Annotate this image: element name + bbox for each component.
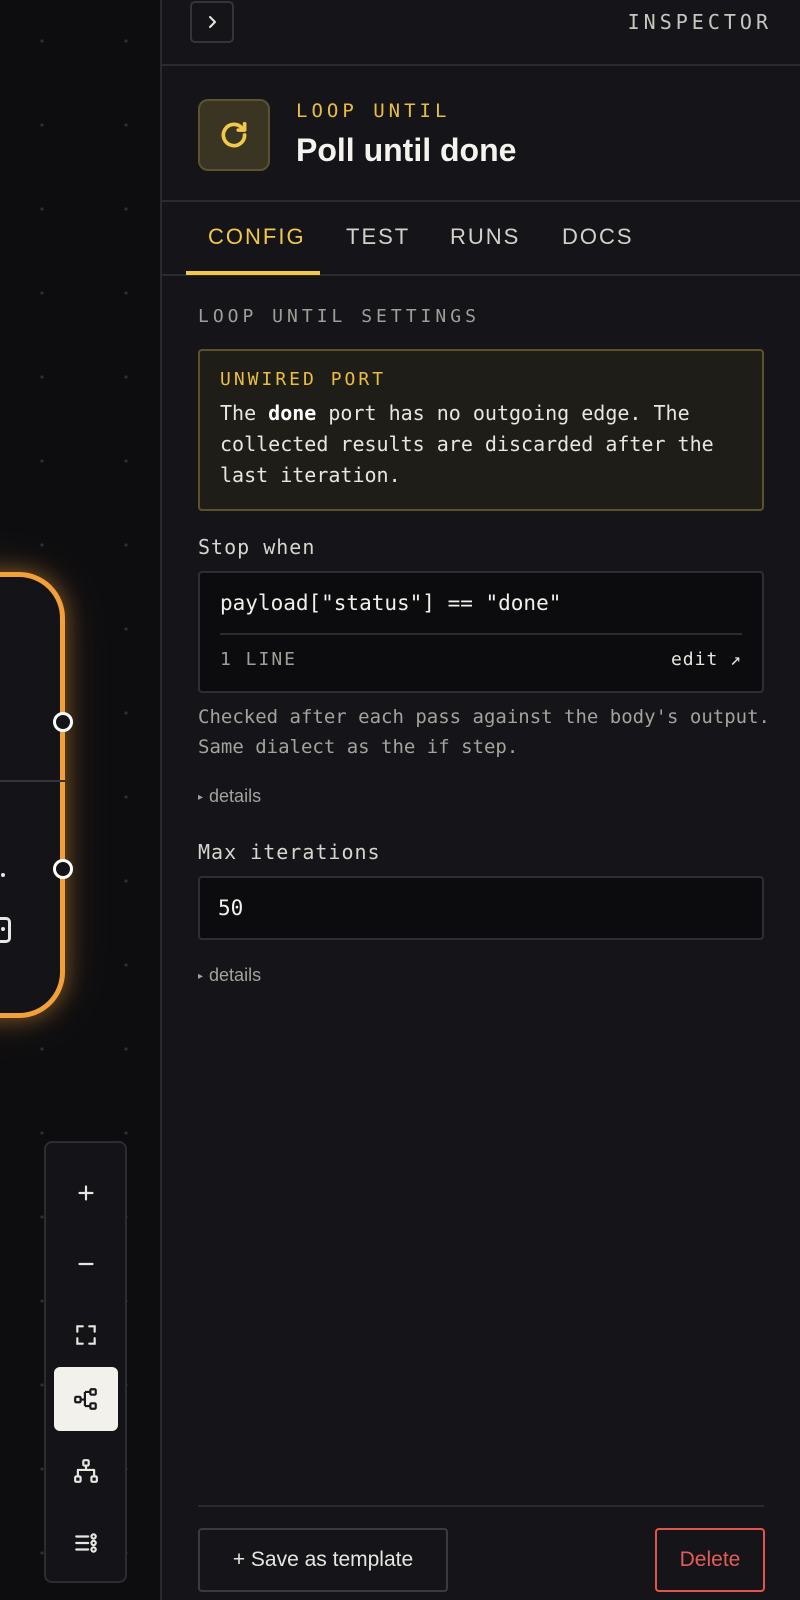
section-title: LOOP UNTIL SETTINGS xyxy=(198,306,480,327)
active-tab-indicator xyxy=(186,271,320,275)
details-label: details xyxy=(209,965,262,985)
list-layout-button[interactable] xyxy=(54,1511,118,1575)
refresh-icon xyxy=(221,121,247,148)
chevron-right-icon xyxy=(209,16,216,28)
max-iterations-label: Max iterations xyxy=(198,840,381,864)
caret-right-icon: ▸ xyxy=(198,971,204,982)
fit-view-button[interactable] xyxy=(54,1303,118,1367)
inspector-panel: INSPECTOR LOOP UNTIL Poll until done CON… xyxy=(160,0,800,1600)
flow-horizontal-icon xyxy=(74,1388,97,1410)
tab-config[interactable]: CONFIG xyxy=(208,202,306,276)
max-iterations-details-toggle[interactable]: ▸ details xyxy=(198,965,261,986)
delete-node-button[interactable]: Delete xyxy=(655,1528,765,1592)
minus-icon xyxy=(78,1262,94,1266)
footer-divider xyxy=(198,1505,764,1507)
save-as-template-button[interactable]: + Save as template xyxy=(198,1528,448,1592)
plus-icon xyxy=(78,1185,94,1201)
loop-node[interactable] xyxy=(0,572,65,1018)
collapse-inspector-button[interactable] xyxy=(190,1,234,43)
stop-when-editor[interactable]: payload["status"] == "done" 1 LINE edit … xyxy=(198,571,764,693)
warning-title: UNWIRED PORT xyxy=(220,369,387,390)
edit-expression-link[interactable]: edit ↗ xyxy=(671,649,742,670)
max-iterations-input[interactable]: 50 xyxy=(198,876,764,940)
horizontal-layout-button[interactable] xyxy=(54,1367,118,1431)
inspector-top-bar: INSPECTOR xyxy=(162,0,800,66)
inspector-tabs: CONFIG TEST RUNS DOCS xyxy=(162,202,800,276)
node-title[interactable]: Poll until done xyxy=(296,132,516,169)
zoom-out-button[interactable] xyxy=(54,1232,118,1296)
tab-runs[interactable]: RUNS xyxy=(450,202,520,276)
tab-docs[interactable]: DOCS xyxy=(562,202,634,276)
details-label: details xyxy=(209,786,262,806)
line-count: 1 LINE xyxy=(220,649,298,670)
inspector-title: INSPECTOR xyxy=(627,10,772,34)
node-header: LOOP UNTIL Poll until done xyxy=(162,66,800,202)
warning-message: The done port has no outgoing edge. The … xyxy=(220,401,714,487)
unwired-port-warning: UNWIRED PORT The done port has no outgoi… xyxy=(198,349,764,511)
stop-when-details-toggle[interactable]: ▸ details xyxy=(198,786,261,807)
canvas-controls xyxy=(44,1141,127,1583)
tree-icon xyxy=(74,1459,98,1483)
stop-when-label: Stop when xyxy=(198,535,316,559)
node-divider xyxy=(0,780,65,782)
port-name: done xyxy=(268,401,317,425)
caret-right-icon: ▸ xyxy=(198,792,204,803)
stop-when-help: Checked after each pass against the body… xyxy=(198,706,770,758)
stop-when-expression[interactable]: payload["status"] == "done" xyxy=(220,591,561,615)
list-icon xyxy=(75,1533,97,1553)
workflow-canvas[interactable] xyxy=(0,0,160,1600)
node-type-badge xyxy=(198,99,270,171)
node-glyph-icon xyxy=(0,917,11,943)
node-kind: LOOP UNTIL xyxy=(296,100,451,122)
node-port-done[interactable] xyxy=(53,859,73,879)
node-port-body[interactable] xyxy=(53,712,73,732)
tab-test[interactable]: TEST xyxy=(346,202,410,276)
code-divider xyxy=(220,633,742,635)
tree-layout-button[interactable] xyxy=(54,1439,118,1503)
node-dot xyxy=(1,873,5,877)
fit-view-icon xyxy=(76,1325,96,1345)
zoom-in-button[interactable] xyxy=(54,1161,118,1225)
